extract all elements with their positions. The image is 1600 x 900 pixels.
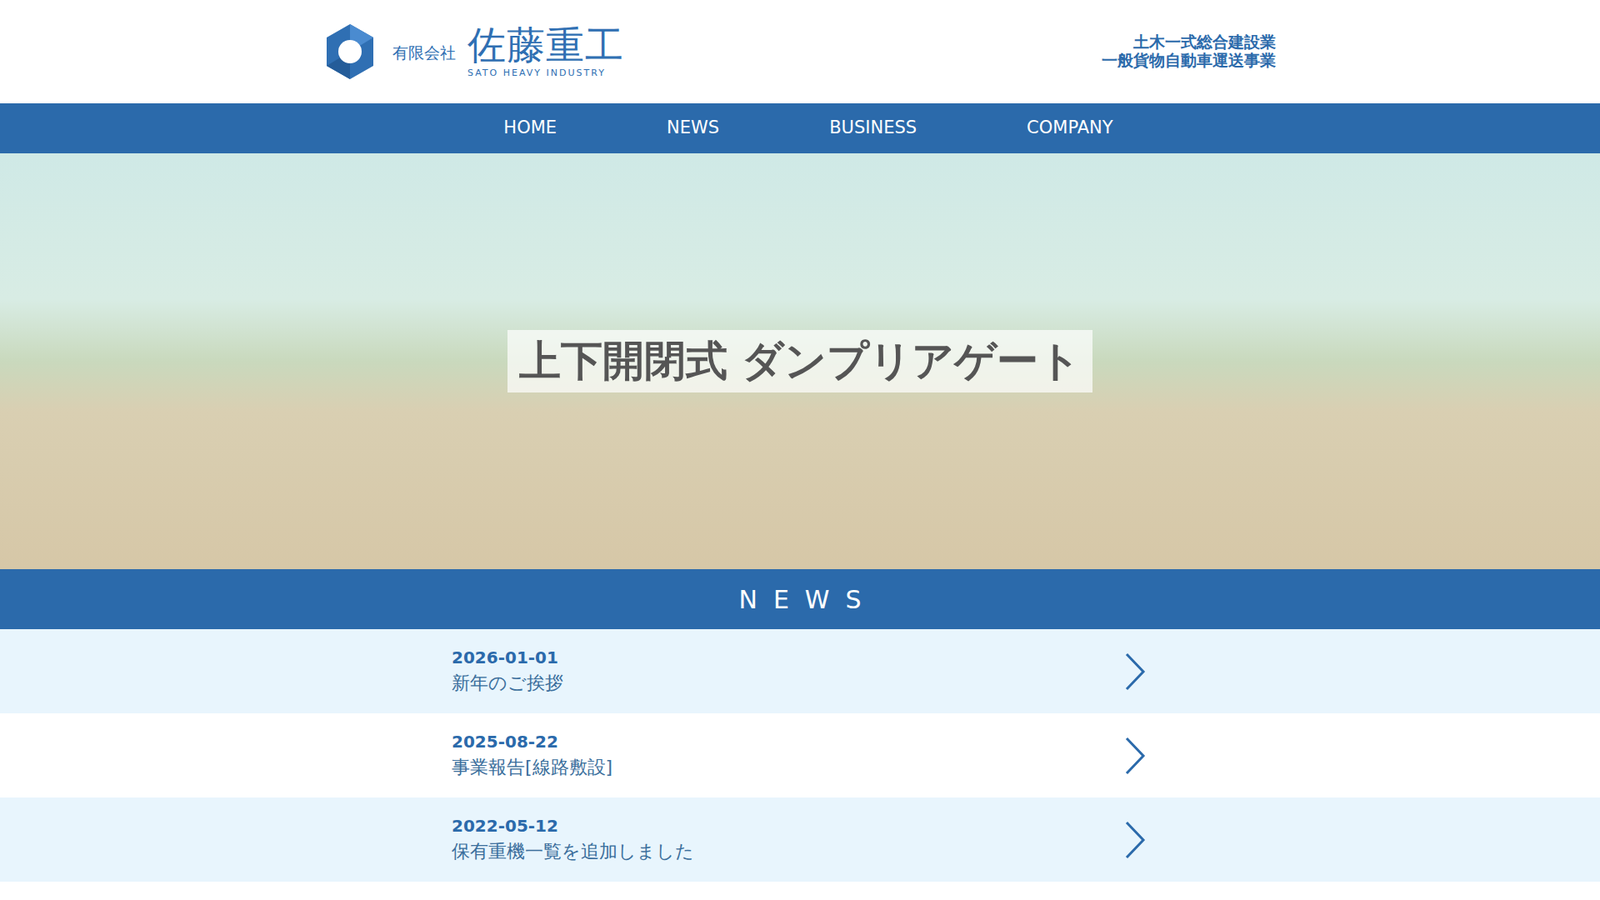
news-date: 2026-01-01 [451,647,564,668]
nav-item[interactable]: HOME [448,110,612,147]
news-title: 新年のご挨拶 [451,670,564,696]
logo[interactable]: 有限会社 佐藤重工 SATO HEAVY INDUSTRY [324,22,625,81]
hero-image: 上下開閉式 ダンプリアゲート [0,153,1600,570]
logo-subtitle: SATO HEAVY INDUSTRY [467,67,606,79]
news-row[interactable]: 2022-05-12 保有重機一覧を追加しました [0,797,1600,882]
nav-item[interactable]: COMPANY [971,110,1169,147]
tagline-line: 土木一式総合建設業 [1101,33,1276,52]
header: 有限会社 佐藤重工 SATO HEAVY INDUSTRY 土木一式総合建設業一… [0,0,1600,104]
nav-item[interactable]: NEWS [611,110,775,147]
nav-item[interactable]: BUSINESS [774,110,972,147]
chevron-right-icon [1123,735,1147,776]
hero-caption: 上下開閉式 ダンプリアゲート [507,330,1093,393]
news-title: 保有重機一覧を追加しました [451,839,695,865]
page: 有限会社 佐藤重工 SATO HEAVY INDUSTRY 土木一式総合建設業一… [0,0,1600,900]
news-row[interactable]: 2025-08-22 事業報告[線路敷設] [0,713,1600,798]
logo-prefix: 有限会社 [392,42,456,65]
news-row[interactable]: 2026-01-01 新年のご挨拶 [0,629,1600,714]
news-title: 事業報告[線路敷設] [451,755,613,780]
tagline: 土木一式総合建設業一般貨物自動車運送事業 [1101,33,1276,70]
hexagon-logo-icon [324,22,376,81]
logo-name: 佐藤重工 [467,25,625,65]
news-section: NEWS 2026-01-01 新年のご挨拶 2025-08-22 事業報告[線… [0,569,1600,882]
news-heading: NEWS [0,569,1600,630]
chevron-right-icon [1123,651,1147,692]
logo-text: 佐藤重工 SATO HEAVY INDUSTRY [467,25,625,78]
news-date: 2025-08-22 [451,731,613,752]
chevron-right-icon [1123,820,1147,860]
tagline-line: 一般貨物自動車運送事業 [1101,51,1276,70]
news-date: 2022-05-12 [451,815,695,836]
main-nav: HOMENEWSBUSINESSCOMPANY [0,103,1600,154]
